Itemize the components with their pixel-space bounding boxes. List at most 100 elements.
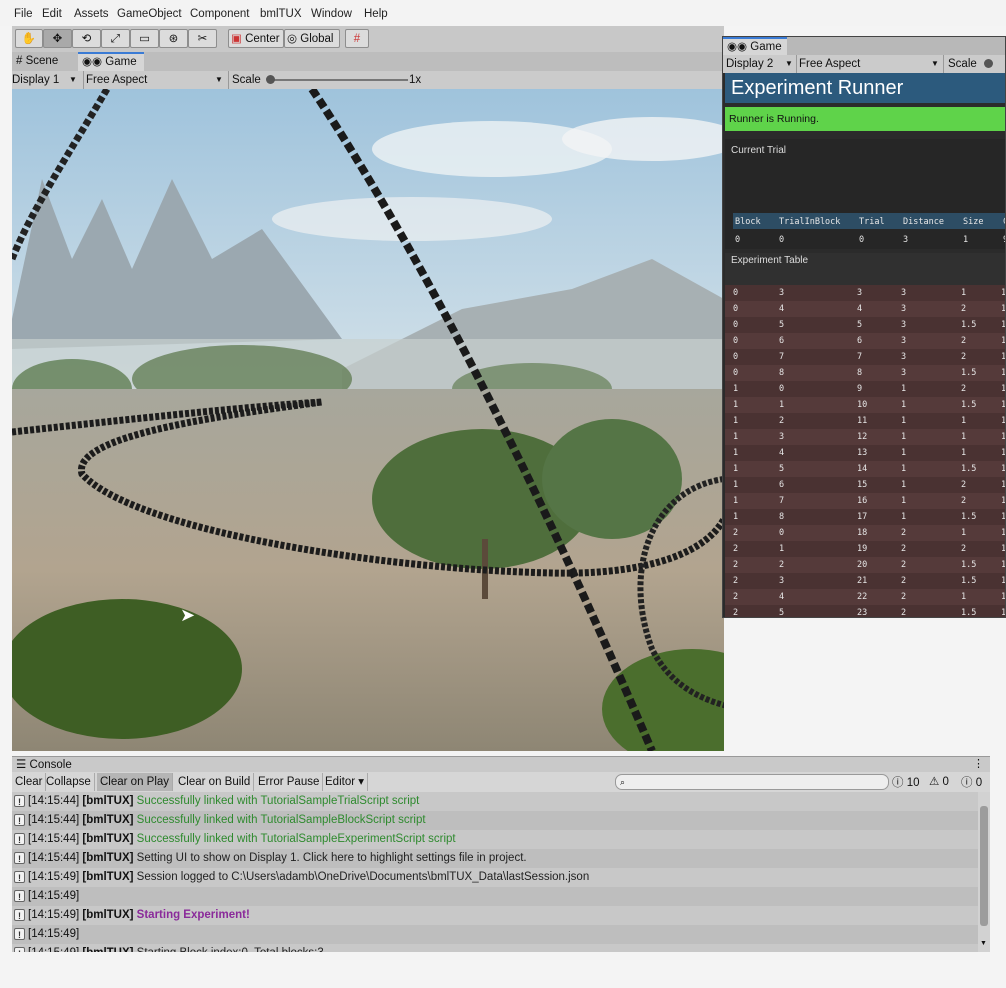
menu-file[interactable]: File <box>14 8 33 20</box>
table-row[interactable]: 2 3 21 2 1.5 1 <box>725 573 1005 589</box>
warning-icon: ⚠ <box>929 776 940 788</box>
table-row[interactable]: 1 5 14 1 1.5 1 <box>725 461 1005 477</box>
log-tag: [bmlTUX] <box>82 871 137 883</box>
table-cell: 20 <box>857 560 868 570</box>
scale-slider-handle[interactable] <box>266 75 275 84</box>
table-cell: 1.5 <box>961 512 977 522</box>
table-cell: 6 <box>779 480 785 490</box>
tab-game[interactable]: ◉◉ Game <box>78 52 144 71</box>
warning-count-toggle[interactable]: ⚠ 0 <box>929 774 949 788</box>
console-log-entry[interactable]: ! [14:15:44] [bmlTUX] Setting UI to show … <box>12 849 978 868</box>
table-row[interactable]: 2 5 23 2 1.5 1 <box>725 605 1005 617</box>
log-tag: [bmlTUX] <box>82 947 136 952</box>
console-log-entry[interactable]: ! [14:15:49] <box>12 925 978 944</box>
table-cell: 1 <box>779 544 785 554</box>
console-log-entry[interactable]: ! [14:15:49] [bmlTUX] Starting Experiment… <box>12 906 978 925</box>
scale2-slider-handle[interactable] <box>984 59 993 68</box>
table-row[interactable]: 1 6 15 1 2 1 <box>725 477 1005 493</box>
table-row[interactable]: 0 7 7 3 2 1 <box>725 349 1005 365</box>
table-row[interactable]: 2 1 19 2 2 1 <box>725 541 1005 557</box>
console-log-entry[interactable]: ! [14:15:44] [bmlTUX] Successfully linked… <box>12 830 978 849</box>
console-log-entry[interactable]: ! [14:15:44] [bmlTUX] Successfully linked… <box>12 792 978 811</box>
table-row[interactable]: 1 4 13 1 1 1 <box>725 445 1005 461</box>
table-cell: 17 <box>857 512 868 522</box>
table-cell: 1 <box>733 496 739 506</box>
console-clear-button[interactable]: Clear <box>12 773 47 791</box>
table-row[interactable]: 0 5 5 3 1.5 1 <box>725 317 1005 333</box>
console-error-pause-button[interactable]: Error Pause <box>255 773 324 791</box>
pivot-global-button[interactable]: ◎ Global <box>284 29 340 48</box>
table-cell: 0 <box>733 304 739 314</box>
table-cell: 1.5 <box>961 368 977 378</box>
globe-icon: ◎ <box>287 33 298 45</box>
console-log-list[interactable]: ! [14:15:44] [bmlTUX] Successfully linked… <box>12 792 978 952</box>
runner-status: Runner is Running. <box>725 107 1005 131</box>
table-cell: 21 <box>857 576 868 586</box>
console-scrollbar[interactable]: ▼ <box>978 792 990 952</box>
table-row[interactable]: 1 1 10 1 1.5 1 <box>725 397 1005 413</box>
table-cell: 10 <box>857 400 868 410</box>
console-editor-dropdown[interactable]: Editor ▾ <box>322 773 369 791</box>
tab-game-2[interactable]: ◉◉ Game <box>723 37 787 56</box>
menu-bar: File Edit Assets GameObject Component bm… <box>0 0 1006 26</box>
console-clear-on-play-button[interactable]: Clear on Play <box>97 773 174 791</box>
scroll-down-icon[interactable]: ▼ <box>980 940 987 947</box>
table-row[interactable]: 2 4 22 2 1 1 <box>725 589 1005 605</box>
transform-tool-button[interactable]: ⊛ <box>159 29 188 48</box>
menu-component[interactable]: Component <box>190 8 249 20</box>
experiment-table[interactable]: 0 3 3 3 1 1 0 4 4 3 2 1 0 5 5 3 1.5 1 0 6 6 3 2 1 0 7 7 3 2 1 0 8 8 3 1.5 1… <box>725 285 1005 617</box>
aspect2-dropdown[interactable]: Free Aspect ▼ <box>796 55 943 73</box>
console-log-entry[interactable]: ![14:15:49] [bmlTUX] Starting Block inde… <box>12 944 978 952</box>
table-cell: 7 <box>779 352 785 362</box>
table-cell: 2 <box>961 336 967 346</box>
table-row[interactable]: 1 3 12 1 1 1 <box>725 429 1005 445</box>
game-viewport[interactable]: ➤ <box>12 89 724 751</box>
scale-slider[interactable] <box>270 79 408 81</box>
console-log-entry[interactable]: ! [14:15:49] [bmlTUX] Session logged to C… <box>12 868 978 887</box>
table-cell: 6 <box>779 336 785 346</box>
menu-edit[interactable]: Edit <box>42 8 62 20</box>
table-row[interactable]: 1 8 17 1 1.5 1 <box>725 509 1005 525</box>
current-trial-cell: 1 <box>963 235 969 245</box>
console-log-entry[interactable]: ! [14:15:44] [bmlTUX] Successfully linked… <box>12 811 978 830</box>
snap-button[interactable]: # <box>345 29 369 48</box>
move-tool-button[interactable]: ✥ <box>43 29 72 48</box>
display2-dropdown[interactable]: Display 2 ▼ <box>726 55 794 73</box>
table-row[interactable]: 0 3 3 3 1 1 <box>725 285 1005 301</box>
tab-scene[interactable]: # Scene <box>12 52 78 71</box>
pivot-center-button[interactable]: ▣ Center <box>228 29 284 48</box>
table-row[interactable]: 1 0 9 1 2 1 <box>725 381 1005 397</box>
aspect-dropdown[interactable]: Free Aspect ▼ <box>83 71 228 89</box>
scrollbar-thumb[interactable] <box>980 806 988 926</box>
console-log-entry[interactable]: ! [14:15:49] <box>12 887 978 906</box>
current-trial-header-cell: TrialInBlock <box>779 217 841 227</box>
rotate-tool-button[interactable]: ⟲ <box>72 29 101 48</box>
scale-tool-button[interactable]: ⤢ <box>101 29 130 48</box>
table-row[interactable]: 0 4 4 3 2 1 <box>725 301 1005 317</box>
menu-help[interactable]: Help <box>364 8 388 20</box>
info-count-toggle[interactable]: ⓘ 10 <box>892 774 920 790</box>
console-search-input[interactable]: ⌕ <box>615 774 889 790</box>
console-clear-on-build-button[interactable]: Clear on Build <box>175 773 255 791</box>
table-cell: 3 <box>779 288 785 298</box>
more-options-icon[interactable]: ⋮ <box>973 757 984 770</box>
menu-assets[interactable]: Assets <box>74 8 109 20</box>
menu-bmltux[interactable]: bmlTUX <box>260 8 302 20</box>
console-collapse-button[interactable]: Collapse <box>43 773 95 791</box>
table-row[interactable]: 0 6 6 3 2 1 <box>725 333 1005 349</box>
table-row[interactable]: 1 2 11 1 1 1 <box>725 413 1005 429</box>
menu-gameobject[interactable]: GameObject <box>117 8 182 20</box>
display-dropdown[interactable]: Display 1 ▼ <box>12 71 80 89</box>
hand-tool-button[interactable]: ✋ <box>15 29 43 48</box>
table-row[interactable]: 2 2 20 2 1.5 1 <box>725 557 1005 573</box>
custom-tool-button[interactable]: ✂ <box>188 29 217 48</box>
table-row[interactable]: 2 0 18 2 1 1 <box>725 525 1005 541</box>
dropdown-arrow-icon: ▼ <box>785 59 793 68</box>
error-count-toggle[interactable]: ⓘ 0 <box>961 774 982 790</box>
menu-window[interactable]: Window <box>311 8 352 20</box>
tab-console[interactable]: ☰ Console <box>12 757 78 773</box>
table-row[interactable]: 1 7 16 1 2 1 <box>725 493 1005 509</box>
rect-tool-button[interactable]: ▭ <box>130 29 159 48</box>
table-cell: 1 <box>961 592 967 602</box>
table-row[interactable]: 0 8 8 3 1.5 1 <box>725 365 1005 381</box>
